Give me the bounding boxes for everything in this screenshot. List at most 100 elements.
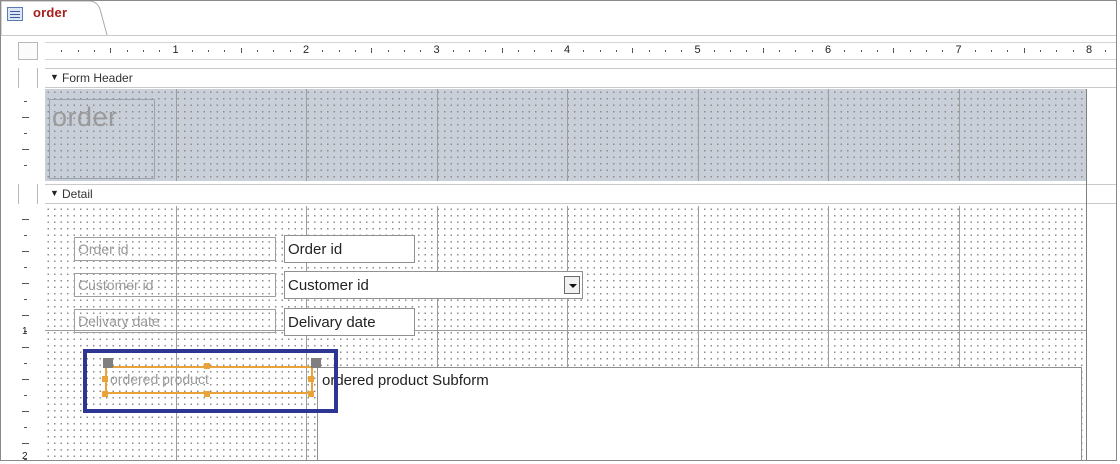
ruler-tick (909, 50, 911, 52)
ruler-tick (159, 50, 161, 52)
customer-id-combobox-text: Customer id (288, 277, 369, 294)
ruler-tick (322, 50, 324, 52)
grid-inch-line (567, 89, 568, 181)
ruler-tick (1023, 48, 1025, 53)
ruler-number: 1 (172, 44, 179, 56)
ruler-tick (24, 165, 27, 166)
ruler-tick (664, 50, 666, 52)
ruler-tick (191, 50, 193, 52)
ruler-tick (779, 50, 781, 52)
ruler-tick (534, 50, 536, 52)
grid-inch-line (436, 89, 438, 181)
detail-section-bar[interactable]: ▼ Detail (45, 184, 1116, 204)
ruler-tick (22, 411, 29, 412)
form-header-section-bar[interactable]: ▼ Form Header (45, 68, 1116, 88)
form-selector[interactable] (18, 42, 38, 60)
section-arrow-icon: ▼ (50, 188, 59, 198)
ruler-number: 5 (694, 44, 701, 56)
ruler-number: 4 (564, 44, 571, 56)
ruler-tick (730, 50, 732, 52)
ruler-tick (876, 50, 878, 52)
ruler-tick (1056, 50, 1058, 52)
order-id-textbox[interactable]: Order id (284, 235, 415, 263)
document-tab-order[interactable]: order (1, 1, 111, 36)
form-title-text: order (52, 102, 118, 132)
order-id-textbox-text: Order id (288, 241, 343, 258)
tab-title: order (33, 5, 68, 20)
ruler-tick (208, 50, 210, 52)
chevron-down-icon[interactable] (564, 276, 580, 294)
ruler-tick (811, 50, 813, 52)
ruler-tick (1072, 50, 1074, 52)
ruler-number: 7 (955, 44, 962, 56)
vertical-ruler[interactable]: 12 (16, 89, 40, 461)
form-width-edge[interactable] (1086, 89, 1087, 460)
delivary-date-textbox[interactable]: Delivary date (284, 308, 415, 336)
form-title-label[interactable]: order (49, 99, 155, 179)
ruler-tick (110, 48, 112, 53)
ruler-tick (61, 50, 63, 52)
ruler-tick (403, 50, 405, 52)
ruler-tick (24, 101, 27, 102)
ruler-tick (550, 50, 552, 52)
delivary-date-label-text: Delivary date (78, 313, 160, 329)
ruler-tick (485, 50, 487, 52)
customer-id-combobox[interactable]: Customer id (284, 271, 583, 299)
ruler-tick (713, 50, 715, 52)
ruler-tick (22, 283, 29, 284)
section-bar-stub (18, 184, 38, 204)
ruler-tick (974, 50, 976, 52)
ruler-tick (24, 235, 27, 236)
ruler-tick (681, 50, 683, 52)
ruler-tick (860, 50, 862, 52)
ruler-tick (615, 50, 617, 52)
ruler-tick (126, 50, 128, 52)
ruler-tick (1007, 50, 1009, 52)
ruler-tick (22, 315, 29, 316)
ruler-tick (371, 48, 373, 53)
ruler-row: 1 2 3 4 5 6 7 8 (1, 37, 1116, 65)
ruler-tick (795, 50, 797, 52)
delivary-date-label[interactable]: Delivary date (74, 309, 276, 333)
form-header-grid[interactable] (45, 89, 1086, 181)
ruler-tick (632, 48, 634, 53)
ruler-tick (22, 219, 29, 220)
grid-inch-line (175, 89, 177, 181)
section-arrow-icon: ▼ (50, 72, 59, 82)
ruler-tick (452, 50, 454, 52)
form-design-window: order 12345678 12 ▼ Form Header ▼ Detail… (0, 0, 1117, 461)
ruler-tick (648, 50, 650, 52)
ruler-tick (22, 251, 29, 252)
ruler-tick (93, 50, 95, 52)
section-bar-stub (18, 68, 38, 88)
ruler-tick (77, 50, 79, 52)
ruler-number: 6 (825, 44, 832, 56)
ordered-product-subform[interactable]: ordered product Subform (317, 367, 1082, 460)
ruler-tick (22, 347, 29, 348)
ruler-tick (257, 50, 259, 52)
horizontal-ruler[interactable]: 1 2 3 4 5 6 7 8 (45, 42, 1116, 60)
subform-label-text: ordered product Subform (322, 372, 489, 389)
order-id-label[interactable]: Order id (74, 237, 276, 261)
ruler-tick (893, 48, 895, 53)
ruler-number: 8 (1086, 44, 1093, 56)
ruler-number: 3 (433, 44, 440, 56)
ruler-tick (387, 50, 389, 52)
grid-inch-line (697, 89, 699, 181)
ruler-tick (762, 48, 764, 53)
ruler-tick (469, 50, 471, 52)
detail-label: Detail (62, 187, 93, 201)
ruler-number: 2 (22, 451, 28, 461)
customer-id-label[interactable]: Customer id (74, 273, 276, 297)
ruler-tick (24, 267, 27, 268)
delivary-date-textbox-text: Delivary date (288, 314, 376, 331)
grid-inch-line (306, 89, 307, 181)
document-tab-strip: order (1, 1, 1116, 36)
ruler-tick (24, 395, 27, 396)
ruler-tick (24, 363, 27, 364)
ruler-tick (925, 50, 927, 52)
ruler-tick (289, 50, 291, 52)
ruler-tick (22, 149, 29, 150)
annotation-highlight-box (83, 349, 338, 413)
ruler-tick (273, 50, 275, 52)
